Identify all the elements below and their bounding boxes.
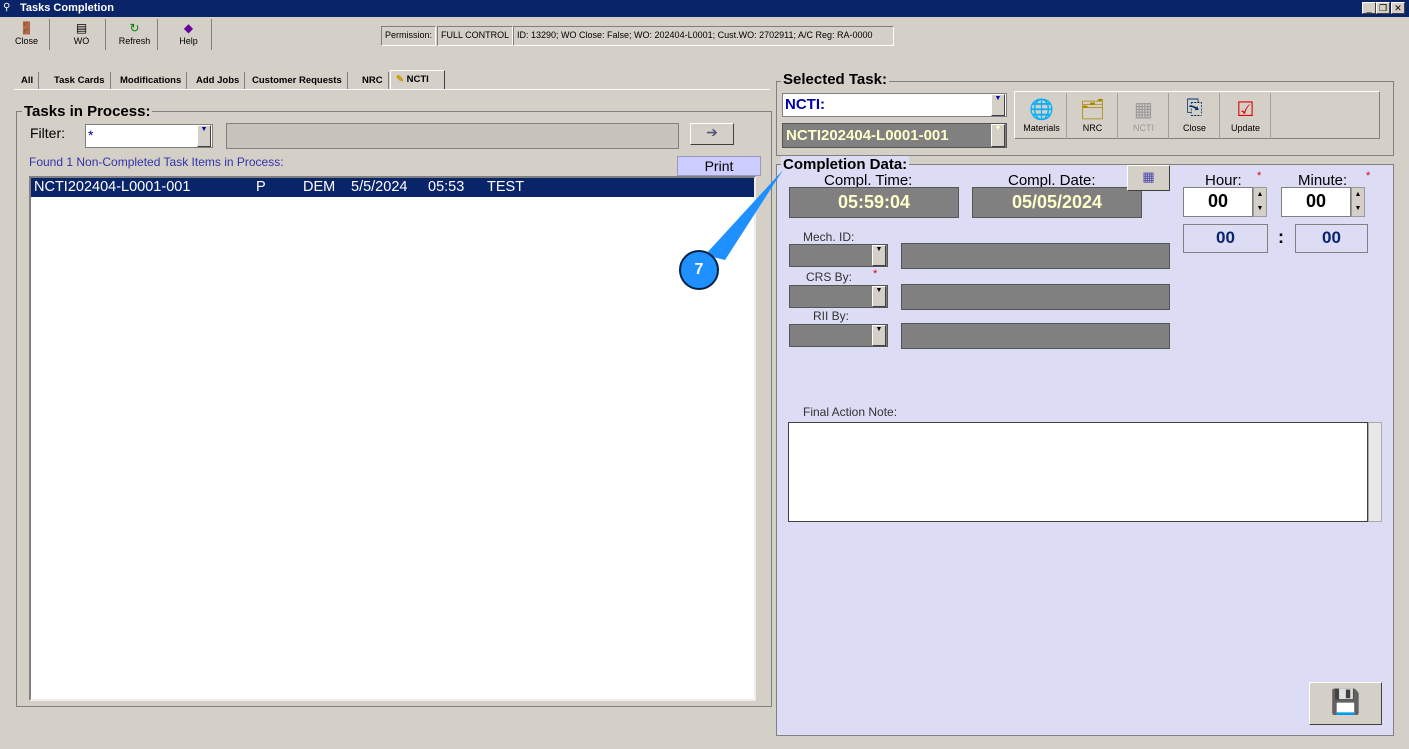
tab-add-jobs[interactable]: Add Jobs bbox=[191, 72, 246, 90]
tab-all[interactable]: All bbox=[16, 72, 40, 90]
table-row[interactable]: NCTI202404-L0001-001 P DEM 5/5/2024 05:5… bbox=[31, 178, 754, 197]
mech-name-field bbox=[901, 243, 1170, 269]
toolbar-refresh-button[interactable]: ↻ Refresh bbox=[112, 19, 158, 50]
selected-task-title: Selected Task: bbox=[781, 71, 889, 88]
materials-button[interactable]: 🌐 Materials bbox=[1017, 93, 1067, 139]
door-icon: 🚪 bbox=[19, 21, 34, 35]
nrc-button[interactable]: 🗂 NRC bbox=[1068, 93, 1118, 139]
final-action-note-input[interactable] bbox=[788, 422, 1368, 522]
minute-spinner[interactable]: ▲ ▼ bbox=[1351, 187, 1365, 217]
final-action-note-label: Final Action Note: bbox=[803, 405, 898, 419]
restore-button[interactable]: ❐ bbox=[1376, 2, 1390, 14]
minute-input[interactable]: 00 bbox=[1281, 187, 1351, 217]
help-book-icon: ◆ bbox=[183, 21, 194, 35]
note-icon: ✎ bbox=[396, 74, 404, 85]
minimize-button[interactable]: _ bbox=[1362, 2, 1376, 14]
mech-id-select[interactable]: ▼ bbox=[789, 244, 888, 267]
floppy-disk-icon: 💾 bbox=[1330, 689, 1361, 716]
materials-globe-icon: 🌐 bbox=[1029, 99, 1054, 121]
hour-spinner[interactable]: ▲ ▼ bbox=[1253, 187, 1267, 217]
chevron-down-icon[interactable]: ▼ bbox=[991, 124, 1005, 147]
crs-by-select[interactable]: ▼ bbox=[789, 285, 888, 308]
crs-by-label: CRS By: bbox=[806, 270, 853, 284]
tab-ncti[interactable]: ✎ NCTI bbox=[390, 70, 445, 90]
chevron-down-icon[interactable]: ▼ bbox=[991, 94, 1005, 116]
permission-value: FULL CONTROL bbox=[437, 26, 514, 46]
app-icon: ⚲ bbox=[3, 2, 11, 13]
task-id-select[interactable]: NCTI202404-L0001-001 ▼ bbox=[782, 123, 1007, 148]
tab-customer-requests[interactable]: Customer Requests bbox=[247, 72, 348, 90]
toolbar-close-button[interactable]: 🚪 Close bbox=[4, 19, 50, 50]
close-window-button[interactable]: ✕ bbox=[1391, 2, 1405, 14]
rii-by-label: RII By: bbox=[813, 309, 850, 323]
completion-data-title: Completion Data: bbox=[781, 156, 910, 173]
chevron-down-icon[interactable]: ▼ bbox=[872, 245, 886, 266]
calendar-button[interactable]: ▦ bbox=[1127, 165, 1170, 191]
task-list: NCTI202404-L0001-001 P DEM 5/5/2024 05:5… bbox=[29, 176, 756, 701]
ncti-icon: ▦ bbox=[1134, 99, 1153, 121]
filter-go-button[interactable]: ➔ bbox=[690, 123, 734, 145]
nrc-folder-icon: 🗂 bbox=[1079, 99, 1106, 121]
tab-nrc[interactable]: NRC bbox=[357, 72, 389, 90]
wo-info: ID: 13290; WO Close: False; WO: 202404-L… bbox=[513, 26, 894, 46]
compl-date-value: 05/05/2024 bbox=[972, 187, 1142, 218]
save-button[interactable]: 💾 bbox=[1309, 682, 1382, 725]
window-title: Tasks Completion bbox=[0, 0, 1409, 17]
toolbar-help-button[interactable]: ◆ Help bbox=[166, 19, 212, 50]
note-scrollbar[interactable] bbox=[1368, 422, 1382, 522]
chevron-down-icon[interactable]: ▼ bbox=[872, 286, 886, 307]
arrow-right-icon: ➔ bbox=[706, 124, 718, 140]
close-task-button[interactable]: ⎘ Close bbox=[1170, 93, 1220, 139]
update-check-icon: ☑ bbox=[1236, 99, 1255, 121]
refresh-icon: ↻ bbox=[129, 21, 140, 35]
ncti-button[interactable]: ▦ NCTI bbox=[1119, 93, 1169, 139]
crs-name-field bbox=[901, 284, 1170, 310]
calendar-icon: ▦ bbox=[1142, 169, 1155, 184]
permission-label: Permission: bbox=[381, 26, 437, 46]
filter-label: Filter: bbox=[30, 125, 65, 141]
task-type-select[interactable]: NCTI: ▼ bbox=[782, 93, 1007, 117]
chevron-down-icon[interactable]: ▼ bbox=[872, 325, 886, 346]
found-text: Found 1 Non-Completed Task Items in Proc… bbox=[29, 155, 284, 169]
filter-input[interactable]: * ▼ bbox=[85, 124, 213, 148]
tab-modifications[interactable]: Modifications bbox=[115, 72, 188, 90]
hour-display: 00 bbox=[1183, 224, 1268, 253]
minute-display: 00 bbox=[1295, 224, 1368, 253]
tasks-in-process-title: Tasks in Process: bbox=[22, 103, 153, 120]
update-button[interactable]: ☑ Update bbox=[1221, 93, 1271, 139]
mech-id-label: Mech. ID: bbox=[803, 230, 855, 244]
filter-text-field[interactable] bbox=[226, 123, 679, 149]
tab-task-cards[interactable]: Task Cards bbox=[49, 72, 111, 90]
hour-input[interactable]: 00 bbox=[1183, 187, 1253, 217]
rii-name-field bbox=[901, 323, 1170, 349]
document-icon: ▤ bbox=[75, 21, 88, 35]
close-task-icon: ⎘ bbox=[1186, 97, 1203, 119]
callout-badge: 7 bbox=[679, 250, 719, 290]
chevron-down-icon[interactable]: ▼ bbox=[197, 125, 211, 147]
compl-time-value: 05:59:04 bbox=[789, 187, 959, 218]
rii-by-select[interactable]: ▼ bbox=[789, 324, 888, 347]
toolbar-wo-button[interactable]: ▤ WO bbox=[58, 19, 106, 50]
